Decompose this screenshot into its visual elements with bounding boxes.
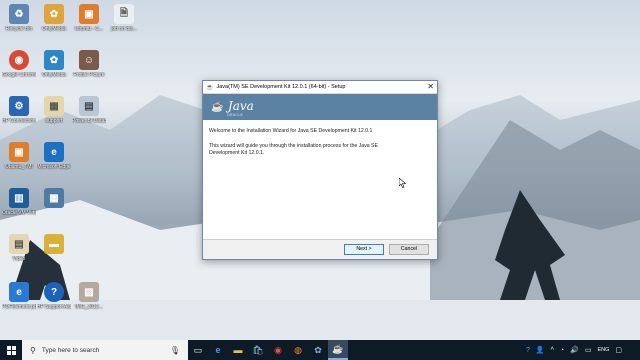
- java-setup-taskbar-icon[interactable]: ☕: [328, 340, 348, 360]
- settings-app-icon[interactable]: ✿: [308, 340, 328, 360]
- language-indicator[interactable]: ENG: [597, 347, 609, 353]
- java-cup-icon: ☕: [206, 84, 214, 91]
- java-setup-window[interactable]: ☕ Java(TM) SE Development Kit 12.0.1 (64…: [202, 80, 438, 260]
- onlymedia-icon[interactable]: ✿ OnlyMedia: [37, 4, 71, 32]
- welcome-text: Welcome to the Installation Wizard for J…: [209, 128, 373, 134]
- power-bi-icon[interactable]: ▤Power BI DataSets: [72, 96, 106, 124]
- video-folder-icon[interactable]: ▤ Video: [2, 234, 36, 262]
- battery-icon[interactable]: ▭: [585, 346, 592, 354]
- java-cup-logo-icon: ☕: [211, 102, 224, 113]
- store-icon[interactable]: 🛍: [248, 340, 268, 360]
- java-banner: ☕ Java ORACLE: [203, 94, 437, 120]
- onlymedia2-icon[interactable]: ✿ OnlyMedia: [37, 50, 71, 78]
- system-tray: ? 👤 ^ ◔ 🔊 ▭ ENG ▢: [526, 340, 640, 360]
- file-explorer-icon[interactable]: ▬: [228, 340, 248, 360]
- virtualbox-icon[interactable]: ▥Oracle VM VirtualBox: [2, 188, 36, 216]
- java-logo-text: Java: [227, 99, 254, 113]
- folder-icon[interactable]: ▬: [37, 234, 71, 256]
- search-placeholder: Type here to search: [41, 346, 100, 354]
- profile-picture-icon[interactable]: ☺ Profile Picture: [72, 50, 106, 78]
- notification-icon[interactable]: ▢: [615, 346, 622, 354]
- firefox-icon[interactable]: ◍: [288, 340, 308, 360]
- description-text: This wizard will guide you through the i…: [209, 143, 378, 156]
- taskbar-search[interactable]: ⚲ Type here to search 🎙: [22, 340, 188, 360]
- recycle-bin-icon[interactable]: ♻ Recycle Bin: [2, 4, 36, 32]
- mouse-cursor-icon: [399, 178, 406, 188]
- edge-taskbar-icon[interactable]: e: [208, 340, 228, 360]
- volume-icon[interactable]: 🔊: [570, 346, 579, 354]
- grid-app-icon[interactable]: ▦: [37, 188, 71, 210]
- task-view-icon[interactable]: ▭: [188, 340, 208, 360]
- people-icon[interactable]: 👤: [536, 346, 545, 354]
- image-file-icon[interactable]: ▨ IMG_2012...: [72, 282, 106, 310]
- ubuntu2-icon[interactable]: ▣ Ubuntu_TMI: [2, 142, 36, 170]
- hp-connection-icon[interactable]: ⚙ HP Connection...: [2, 96, 36, 124]
- ubuntu-icon[interactable]: ▣ Ubuntu - C...: [72, 4, 106, 32]
- wizard-footer: Next > Cancel: [203, 240, 437, 258]
- close-icon[interactable]: ✕: [427, 83, 434, 91]
- chrome-icon[interactable]: ◉ Google Chrome: [2, 50, 36, 78]
- oracle-text: ORACLE: [227, 113, 244, 117]
- window-titlebar[interactable]: ☕ Java(TM) SE Development Kit 12.0.1 (64…: [203, 81, 437, 94]
- pdfelement-icon[interactable]: e PDFelement pdf: [2, 282, 36, 310]
- support-icon[interactable]: ▦ support: [37, 96, 71, 124]
- taskbar: ⚲ Type here to search 🎙 ▭ e ▬ 🛍 ◉ ◍ ✿ ☕ …: [0, 340, 640, 360]
- java-logo: ☕ Java ORACLE: [211, 97, 254, 117]
- job-file-icon[interactable]: 🗎 job on dis...: [107, 4, 141, 32]
- help-icon[interactable]: ?: [526, 347, 530, 354]
- window-title: Java(TM) SE Development Kit 12.0.1 (64-b…: [216, 84, 346, 90]
- windows-icon: [6, 345, 16, 355]
- hp-support-icon[interactable]: ?HP Support Assistant: [37, 282, 71, 310]
- search-icon: ⚲: [30, 345, 36, 355]
- start-button[interactable]: [0, 340, 22, 360]
- chevron-up-icon[interactable]: ^: [551, 347, 554, 354]
- microphone-icon[interactable]: 🎙: [170, 346, 180, 355]
- edge-icon[interactable]: e Microsoft Edge: [37, 142, 71, 170]
- cancel-button[interactable]: Cancel: [389, 243, 429, 255]
- next-button[interactable]: Next >: [344, 243, 384, 255]
- chrome-taskbar-icon[interactable]: ◉: [268, 340, 288, 360]
- network-icon[interactable]: ◔: [560, 347, 564, 354]
